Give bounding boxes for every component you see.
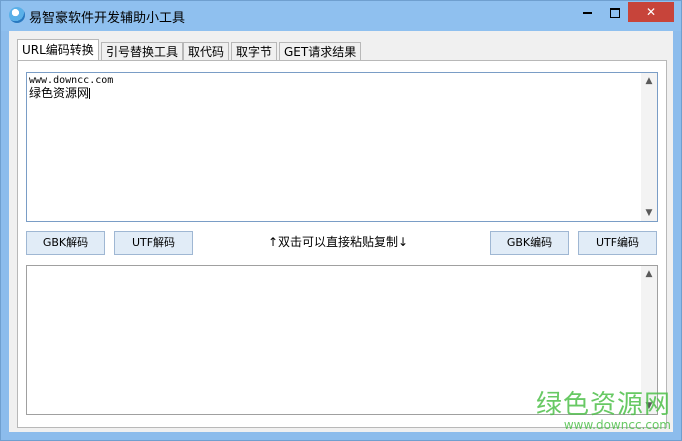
- text-caret: [89, 88, 91, 99]
- app-logo-icon: [9, 7, 25, 23]
- tab-quote-replace[interactable]: 引号替换工具: [101, 42, 184, 61]
- gbk-decode-button[interactable]: GBK解码: [26, 231, 105, 255]
- input-scrollbar[interactable]: ▲ ▼: [641, 73, 657, 221]
- tab-get-code[interactable]: 取代码: [183, 42, 230, 61]
- scroll-down-arrow-icon[interactable]: ▼: [641, 205, 657, 221]
- watermark-url: www.downcc.com: [563, 418, 671, 432]
- maximize-icon: [609, 7, 620, 18]
- tab-get-bytes[interactable]: 取字节: [231, 42, 278, 61]
- tab-get-request[interactable]: GET请求结果: [279, 42, 362, 61]
- input-textarea[interactable]: www.downcc.com 绿色资源网 ▲ ▼: [26, 72, 658, 222]
- scroll-up-arrow-icon[interactable]: ▲: [641, 266, 657, 282]
- input-line-2: 绿色资源网: [29, 87, 639, 100]
- tab-url-encode[interactable]: URL编码转换: [17, 39, 99, 61]
- title-bar[interactable]: 易智豪软件开发辅助小工具 ✕: [1, 1, 681, 31]
- minimize-button[interactable]: [573, 2, 601, 22]
- app-window: 易智豪软件开发辅助小工具 ✕ URL编码转换 引号替换工具 取代码 取字节 GE…: [0, 0, 682, 441]
- paste-hint: ↑双击可以直接粘贴复制↓: [267, 235, 409, 249]
- client-area: URL编码转换 引号替换工具 取代码 取字节 GET请求结果 www.downc…: [9, 31, 673, 432]
- tab-panel-url-encode: www.downcc.com 绿色资源网 ▲ ▼ GBK解码 UTF解码 ↑双击可…: [17, 60, 667, 428]
- input-text: www.downcc.com 绿色资源网: [29, 75, 639, 100]
- close-button[interactable]: ✕: [628, 2, 674, 22]
- scroll-up-arrow-icon[interactable]: ▲: [641, 73, 657, 89]
- input-line-2-text: 绿色资源网: [29, 86, 90, 100]
- maximize-button[interactable]: [601, 2, 628, 22]
- watermark-logo: 绿色资源网 www.downcc.com: [536, 391, 671, 432]
- gbk-encode-button[interactable]: GBK编码: [490, 231, 569, 255]
- minimize-icon: [582, 11, 592, 14]
- input-line-1: www.downcc.com: [29, 75, 114, 86]
- utf-encode-button[interactable]: UTF编码: [578, 231, 657, 255]
- watermark-name: 绿色资源网: [535, 390, 671, 420]
- utf-decode-button[interactable]: UTF解码: [114, 231, 193, 255]
- window-title: 易智豪软件开发辅助小工具: [29, 11, 186, 26]
- close-icon: ✕: [645, 5, 657, 19]
